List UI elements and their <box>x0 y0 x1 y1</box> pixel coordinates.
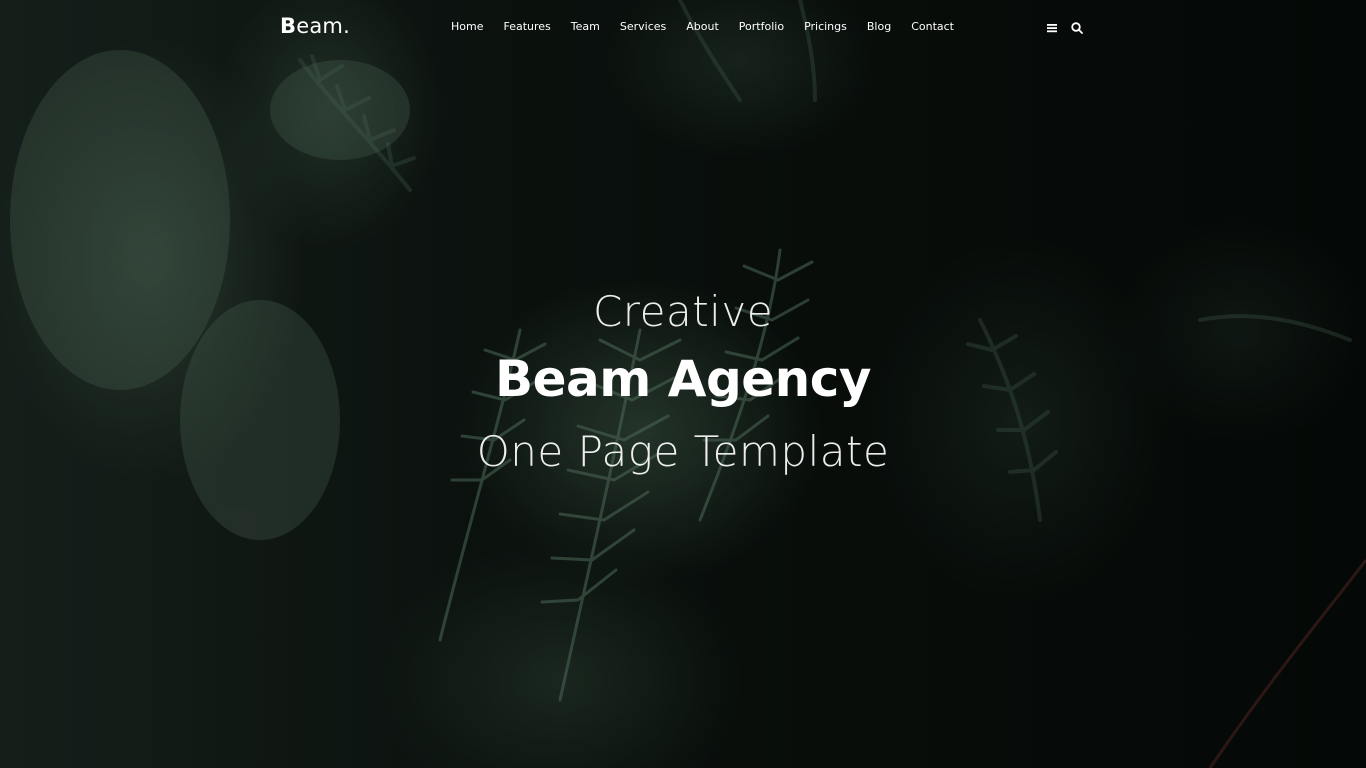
nav-item-blog[interactable]: Blog <box>867 20 891 33</box>
hero-line-agency: Beam Agency <box>495 350 872 408</box>
nav-item-team[interactable]: Team <box>571 20 600 33</box>
main-menu: Home Features Team Services About Portfo… <box>451 20 974 33</box>
nav-item-features[interactable]: Features <box>503 20 550 33</box>
hero-line-template: One Page Template <box>476 427 890 476</box>
nav-item-portfolio[interactable]: Portfolio <box>739 20 784 33</box>
nav-item-home[interactable]: Home <box>451 20 483 33</box>
top-navbar: Beam. Home Features Team Services About … <box>0 0 1366 56</box>
nav-item-contact[interactable]: Contact <box>911 20 954 33</box>
hero-heading: Creative Beam Agency One Page Template <box>0 282 1366 488</box>
search-icon[interactable] <box>1070 21 1084 35</box>
nav-item-pricings[interactable]: Pricings <box>804 20 847 33</box>
nav-item-services[interactable]: Services <box>620 20 666 33</box>
logo-text: eam. <box>296 14 350 38</box>
brand-logo[interactable]: Beam. <box>280 14 350 38</box>
logo-initial: B <box>280 14 297 38</box>
hero-line-creative: Creative <box>592 287 774 336</box>
nav-item-about[interactable]: About <box>686 20 719 33</box>
navbar-actions <box>1046 21 1084 35</box>
hero-section: Beam. Home Features Team Services About … <box>0 0 1366 768</box>
hamburger-menu-icon[interactable] <box>1046 21 1060 35</box>
